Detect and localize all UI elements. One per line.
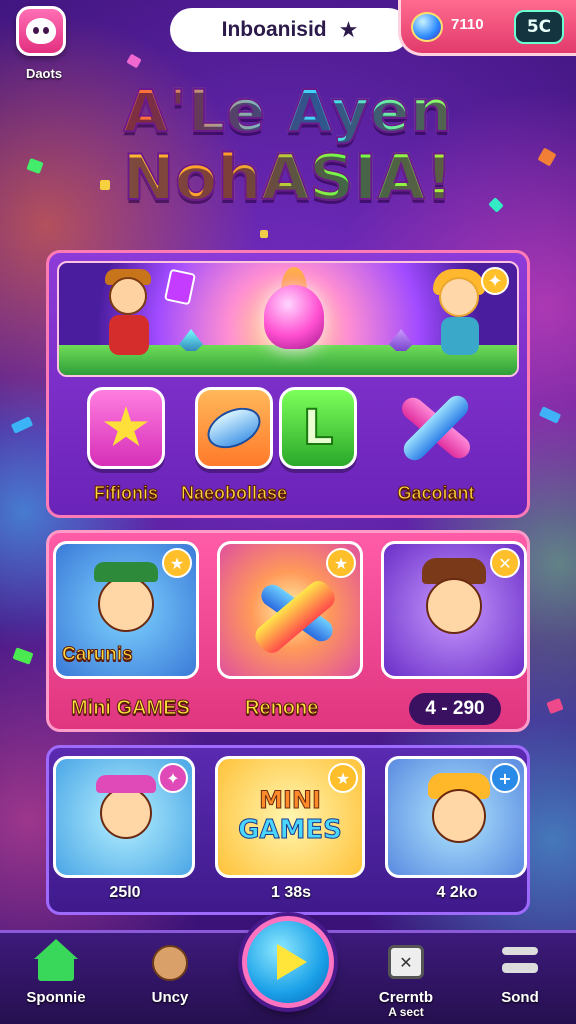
nav-item-create[interactable]: ✕ Crerntb A sect [356, 939, 456, 1019]
renone-label: Renone [244, 697, 319, 720]
game-tile[interactable]: ★ Carunis [53, 541, 199, 679]
magic-gem-icon [264, 285, 324, 349]
profile-button[interactable] [16, 6, 66, 56]
mode-item[interactable]: Gacoiant [359, 387, 513, 504]
featured-panel: ✦ Fifionis Naeobollase L Gacoiant [46, 250, 530, 518]
character-icon [148, 939, 192, 983]
hero-banner[interactable]: ✦ [57, 261, 519, 377]
plus-badge-icon[interactable]: + [490, 763, 520, 793]
mode-icon-box: L [279, 387, 357, 469]
confetti [260, 230, 268, 238]
mini-games-tile[interactable]: MINI GAMES ★ [215, 756, 365, 878]
mini-games-line-2: GAMES [238, 815, 343, 846]
home-icon [34, 939, 78, 983]
score-badge: 4 - 290 [409, 693, 501, 725]
mini-games-label: Mini GAMES [71, 697, 191, 720]
play-icon [277, 944, 307, 980]
star-badge-icon[interactable]: ★ [162, 548, 192, 578]
game-tile[interactable]: + [385, 756, 527, 878]
game-tile[interactable]: ✦ [53, 756, 195, 878]
game-logo: A'Le Ayen NohASIA! [0, 77, 576, 213]
character-hat [94, 562, 158, 582]
letter-l-icon: L [302, 399, 335, 457]
currency-badge[interactable]: 5C [514, 10, 564, 44]
currency-panel[interactable]: 7110 5C [398, 0, 576, 56]
sparkle-badge-icon[interactable]: ✦ [158, 763, 188, 793]
gem-icon [411, 12, 443, 42]
girl-character-icon [98, 576, 154, 632]
currency-value: 7110 [451, 16, 484, 33]
confetti [546, 697, 564, 715]
close-badge-icon[interactable]: ✕ [490, 548, 520, 578]
nav-label: Sponnie [26, 989, 86, 1006]
mascot-face-icon [26, 18, 56, 44]
boy-character-icon [109, 277, 147, 315]
logo-line-1: A'Le Ayen [0, 77, 576, 145]
girl-character-icon [432, 789, 486, 843]
star-icon[interactable]: ★ [339, 18, 359, 43]
tile-label: 4 2ko [436, 884, 478, 901]
nav-item-send[interactable]: Sond [470, 939, 570, 1005]
boy-character-icon [426, 578, 482, 634]
tile-label: 25l0 [109, 884, 141, 901]
menu-icon [498, 939, 542, 983]
mini-games-panel: ★ Carunis ★ ✕ Mini GAMES Renone 4 - 290 [46, 530, 530, 732]
play-button[interactable] [242, 916, 334, 1008]
nav-item-home[interactable]: Sponnie [6, 939, 106, 1005]
star-icon [103, 406, 149, 447]
logo-line-2: NohASIA! [0, 143, 576, 213]
tile-label: 1 38s [270, 884, 312, 901]
title-banner: Inboanisid ★ [170, 8, 410, 52]
nav-label: Sond [501, 989, 539, 1006]
tile-caption: Carunis [62, 644, 134, 666]
nav-sublabel: A sect [388, 1005, 424, 1019]
top-bar: Daots Inboanisid ★ 7110 5C [0, 0, 576, 81]
mode-icon-box [87, 387, 165, 469]
page-title: Inboanisid [221, 18, 327, 41]
confetti [538, 406, 562, 424]
girl-body [441, 317, 479, 355]
confetti [10, 416, 34, 434]
nav-label: Uncy [151, 989, 189, 1006]
game-tile[interactable]: ✕ [381, 541, 527, 679]
confetti [12, 647, 34, 665]
character-hat [96, 775, 156, 793]
game-tile[interactable]: ★ [217, 541, 363, 679]
card-icon [163, 268, 197, 306]
calendar-icon: ✕ [384, 939, 428, 983]
mode-icon-box [397, 387, 475, 469]
mode-row: Fifionis Naeobollase L Gacoiant [49, 387, 527, 511]
boy-body [109, 315, 149, 355]
girl-character-icon [439, 277, 479, 317]
star-badge-icon[interactable]: ★ [328, 763, 358, 793]
girl-character-icon [100, 787, 152, 839]
nav-item-uncy[interactable]: Uncy [120, 939, 220, 1005]
star-badge-icon[interactable]: ★ [326, 548, 356, 578]
favorite-badge-icon[interactable]: ✦ [481, 267, 509, 295]
mode-label: Naeobollase [180, 483, 288, 504]
featured-tiles-panel: ✦ MINI GAMES ★ + 25l0 1 38s 4 2ko [46, 745, 530, 915]
nav-label: Crerntb [378, 989, 434, 1006]
mode-label: Gacoiant [397, 483, 475, 504]
